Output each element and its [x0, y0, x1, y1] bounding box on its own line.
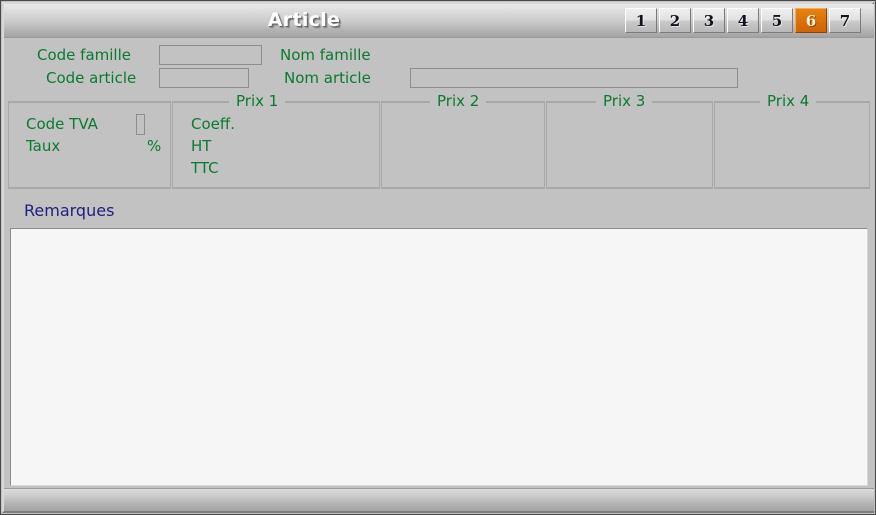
prix-3-legend: Prix 3: [596, 92, 653, 110]
content-area: Code famille Nom famille Code article No…: [4, 38, 874, 511]
percent-symbol: %: [147, 137, 162, 155]
tab-5[interactable]: 5: [761, 8, 793, 33]
prix-2-panel: Prix 2: [381, 92, 545, 189]
tab-1[interactable]: 1: [625, 8, 657, 33]
prix-3-panel: Prix 3: [546, 92, 713, 189]
nom-article-input[interactable]: [410, 68, 738, 88]
tab-4[interactable]: 4: [727, 8, 759, 33]
code-famille-label: Code famille: [37, 46, 131, 64]
code-tva-input[interactable]: [136, 114, 145, 135]
prix-1-panel: Prix 1 Coeff. HT TTC: [172, 92, 380, 189]
article-window: Article 1 2 3 4 5 6 7 Code famille Nom f…: [0, 0, 876, 515]
taux-label: Taux: [26, 137, 61, 155]
code-article-input[interactable]: [159, 68, 249, 88]
remarks-textarea[interactable]: [10, 228, 868, 486]
prix-4-legend: Prix 4: [760, 92, 817, 110]
window-title: Article: [267, 9, 341, 31]
prix-4-panel: Prix 4: [714, 92, 870, 189]
code-famille-input[interactable]: [159, 45, 262, 65]
tab-2[interactable]: 2: [659, 8, 691, 33]
nom-article-label: Nom article: [284, 69, 371, 87]
price-panel-row: Code TVA Taux % Prix 1 Coeff. HT TTC Pri…: [8, 92, 870, 189]
tab-7[interactable]: 7: [829, 8, 861, 33]
tab-bar: 1 2 3 4 5 6 7: [625, 8, 861, 33]
prix-1-legend: Prix 1: [229, 92, 286, 110]
nom-famille-value: [414, 46, 734, 64]
titlebar: Article 1 2 3 4 5 6 7: [4, 4, 874, 38]
code-tva-label: Code TVA: [26, 115, 98, 133]
code-article-label: Code article: [46, 69, 137, 87]
tab-3[interactable]: 3: [693, 8, 725, 33]
tab-6[interactable]: 6: [795, 8, 827, 33]
prix-1-ttc-label: TTC: [191, 159, 219, 177]
prix-2-legend: Prix 2: [430, 92, 487, 110]
nom-famille-label: Nom famille: [280, 46, 371, 64]
remarks-label: Remarques: [24, 201, 115, 220]
prix-1-coeff-label: Coeff.: [191, 115, 235, 133]
prix-1-ht-label: HT: [191, 137, 212, 155]
tva-panel: Code TVA Taux %: [8, 101, 171, 189]
statusbar: [4, 488, 874, 511]
